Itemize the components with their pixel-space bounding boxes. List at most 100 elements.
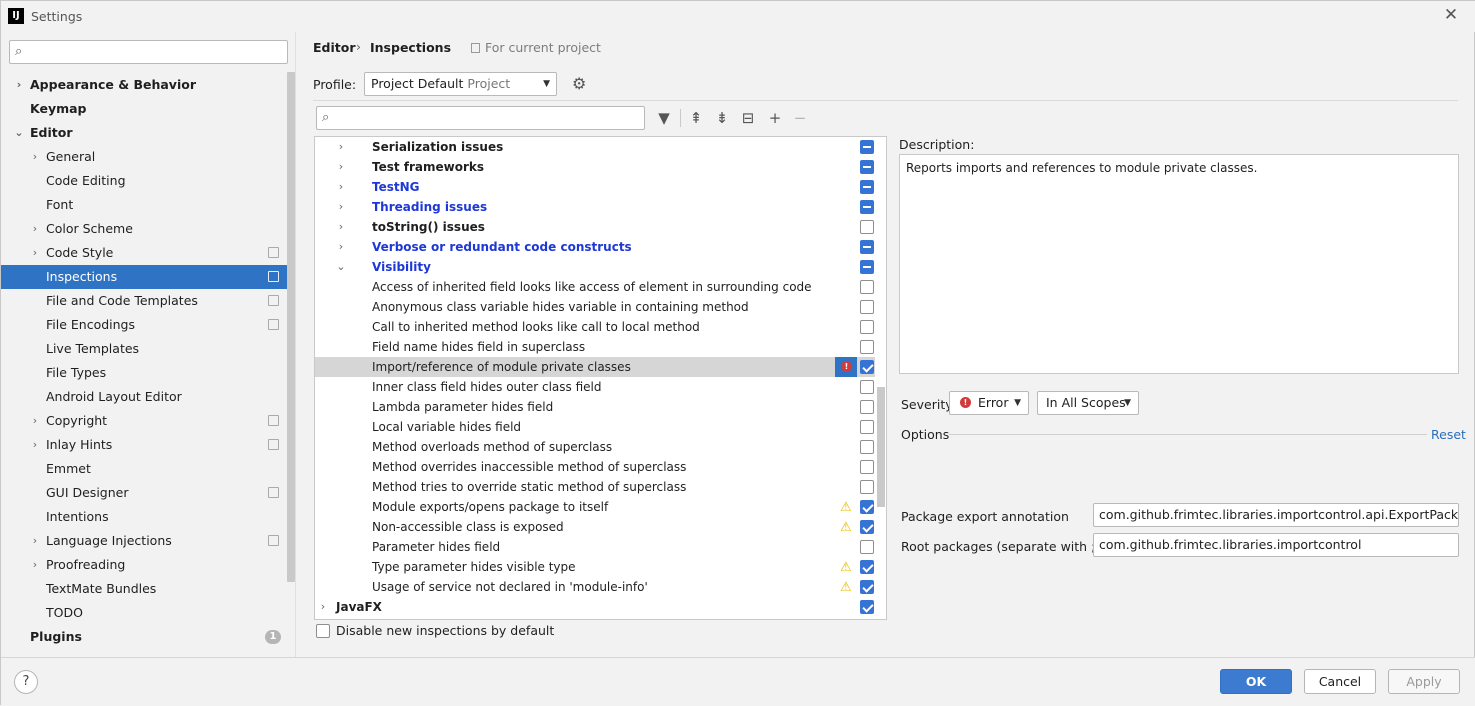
profile-dropdown[interactable]: Project Default Project ▼ bbox=[364, 72, 557, 96]
inspection-row-parameter-hides-field[interactable]: Parameter hides field bbox=[315, 537, 875, 557]
add-icon[interactable]: + bbox=[766, 108, 784, 128]
gear-icon[interactable]: ⚙ bbox=[572, 74, 586, 93]
sidebar-item-file-encodings[interactable]: File Encodings bbox=[1, 313, 295, 337]
severity-dropdown[interactable]: ! Error ▼ bbox=[949, 391, 1029, 415]
inspection-checkbox[interactable] bbox=[860, 340, 874, 354]
sidebar-item-plugins[interactable]: Plugins 1 bbox=[1, 625, 295, 649]
sidebar-item-keymap[interactable]: Keymap bbox=[1, 97, 295, 121]
collapse-all-icon[interactable]: ⇟ bbox=[713, 108, 731, 128]
root-packages-field[interactable]: com.github.frimtec.libraries.importcontr… bbox=[1093, 533, 1459, 557]
inspection-checkbox[interactable] bbox=[860, 280, 874, 294]
chevron-right-icon[interactable]: › bbox=[335, 157, 347, 177]
sidebar-item-language-injections[interactable]: › Language Injections bbox=[1, 529, 295, 553]
inspection-checkbox[interactable] bbox=[860, 200, 874, 214]
sidebar-item-live-templates[interactable]: Live Templates bbox=[1, 337, 295, 361]
chevron-right-icon[interactable]: › bbox=[29, 529, 41, 553]
sidebar-item-emmet[interactable]: Emmet bbox=[1, 457, 295, 481]
inspection-row-javafx[interactable]: › JavaFX bbox=[315, 597, 875, 617]
chevron-right-icon[interactable]: › bbox=[29, 241, 41, 265]
inspection-checkbox[interactable] bbox=[860, 600, 874, 614]
chevron-right-icon[interactable]: › bbox=[335, 177, 347, 197]
sidebar-item-font[interactable]: Font bbox=[1, 193, 295, 217]
inspection-row-serialization-issues[interactable]: › Serialization issues bbox=[315, 137, 875, 157]
inspection-checkbox[interactable] bbox=[860, 520, 874, 534]
inspection-checkbox[interactable] bbox=[860, 180, 874, 194]
inspection-row-call-to-inherited-method-looks-like-call-to-local-method[interactable]: Call to inherited method looks like call… bbox=[315, 317, 875, 337]
inspection-search-input[interactable]: ⌕ bbox=[316, 106, 645, 130]
help-button[interactable]: ? bbox=[14, 670, 38, 694]
inspection-row-inner-class-field-hides-outer-class-field[interactable]: Inner class field hides outer class fiel… bbox=[315, 377, 875, 397]
inspection-row-threading-issues[interactable]: › Threading issues bbox=[315, 197, 875, 217]
inspection-row-usage-of-service-not-declared-in-module-info[interactable]: Usage of service not declared in 'module… bbox=[315, 577, 875, 597]
sidebar-item-textmate-bundles[interactable]: TextMate Bundles bbox=[1, 577, 295, 601]
sidebar-item-proofreading[interactable]: › Proofreading bbox=[1, 553, 295, 577]
sidebar-item-android-layout-editor[interactable]: Android Layout Editor bbox=[1, 385, 295, 409]
chevron-right-icon[interactable]: › bbox=[13, 73, 25, 97]
inspection-checkbox[interactable] bbox=[860, 160, 874, 174]
inspection-row-visibility[interactable]: ⌄ Visibility bbox=[315, 257, 875, 277]
ok-button[interactable]: OK bbox=[1220, 669, 1292, 694]
chevron-right-icon[interactable]: › bbox=[29, 217, 41, 241]
inspection-row-local-variable-hides-field[interactable]: Local variable hides field bbox=[315, 417, 875, 437]
inspection-checkbox[interactable] bbox=[860, 480, 874, 494]
chevron-right-icon[interactable]: › bbox=[29, 433, 41, 457]
expand-all-icon[interactable]: ⇞ bbox=[687, 108, 705, 128]
inspection-checkbox[interactable] bbox=[860, 220, 874, 234]
inspection-row-anonymous-class-variable-hides-variable-in-containing-method[interactable]: Anonymous class variable hides variable … bbox=[315, 297, 875, 317]
chevron-down-icon[interactable]: ⌄ bbox=[335, 257, 347, 277]
sidebar-item-file-types[interactable]: File Types bbox=[1, 361, 295, 385]
inspection-checkbox[interactable] bbox=[860, 560, 874, 574]
chevron-right-icon[interactable]: › bbox=[29, 553, 41, 577]
inspection-checkbox[interactable] bbox=[860, 580, 874, 594]
inspection-checkbox[interactable] bbox=[860, 300, 874, 314]
sidebar-item-code-editing[interactable]: Code Editing bbox=[1, 169, 295, 193]
sidebar-item-general[interactable]: › General bbox=[1, 145, 295, 169]
inspection-row-non-accessible-class-is-exposed[interactable]: Non-accessible class is exposed ⚠ bbox=[315, 517, 875, 537]
sidebar-item-inlay-hints[interactable]: › Inlay Hints bbox=[1, 433, 295, 457]
inspection-checkbox[interactable] bbox=[860, 260, 874, 274]
chevron-right-icon[interactable]: › bbox=[335, 217, 347, 237]
sidebar-item-file-and-code-templates[interactable]: File and Code Templates bbox=[1, 289, 295, 313]
settings-search-input[interactable]: ⌕ bbox=[9, 40, 288, 64]
inspection-checkbox[interactable] bbox=[860, 380, 874, 394]
inspection-checkbox[interactable] bbox=[860, 140, 874, 154]
sidebar-scrollbar[interactable] bbox=[287, 72, 295, 582]
scope-dropdown[interactable]: In All Scopes ▼ bbox=[1037, 391, 1139, 415]
inspection-row-lambda-parameter-hides-field[interactable]: Lambda parameter hides field bbox=[315, 397, 875, 417]
inspection-row-access-of-inherited-field-looks-like-access-of-element-in-surrounding-code[interactable]: Access of inherited field looks like acc… bbox=[315, 277, 875, 297]
reset-link[interactable]: Reset bbox=[1431, 427, 1466, 442]
sidebar-item-color-scheme[interactable]: › Color Scheme bbox=[1, 217, 295, 241]
inspection-checkbox[interactable] bbox=[860, 320, 874, 334]
inspection-row-module-exports-opens-package-to-itself[interactable]: Module exports/opens package to itself ⚠ bbox=[315, 497, 875, 517]
package-export-field[interactable]: com.github.frimtec.libraries.importcontr… bbox=[1093, 503, 1459, 527]
inspection-row-import-reference-of-module-private-classes[interactable]: Import/reference of module private class… bbox=[315, 357, 875, 377]
inspection-row-method-overloads-method-of-superclass[interactable]: Method overloads method of superclass bbox=[315, 437, 875, 457]
reset-icon[interactable]: ⊟ bbox=[739, 108, 757, 128]
chevron-right-icon[interactable]: › bbox=[29, 145, 41, 169]
inspection-row-tostring-issues[interactable]: › toString() issues bbox=[315, 217, 875, 237]
sidebar-item-inspections[interactable]: Inspections bbox=[1, 265, 295, 289]
sidebar-item-editor[interactable]: ⌄ Editor bbox=[1, 121, 295, 145]
sidebar-item-todo[interactable]: TODO bbox=[1, 601, 295, 625]
chevron-right-icon[interactable]: › bbox=[29, 409, 41, 433]
inspection-row-test-frameworks[interactable]: › Test frameworks bbox=[315, 157, 875, 177]
chevron-right-icon[interactable]: › bbox=[335, 197, 347, 217]
sidebar-item-code-style[interactable]: › Code Style bbox=[1, 241, 295, 265]
chevron-right-icon[interactable]: › bbox=[317, 597, 329, 617]
sidebar-item-copyright[interactable]: › Copyright bbox=[1, 409, 295, 433]
inspection-checkbox[interactable] bbox=[860, 500, 874, 514]
inspection-row-verbose-or-redundant-code-constructs[interactable]: › Verbose or redundant code constructs bbox=[315, 237, 875, 257]
inspection-checkbox[interactable] bbox=[860, 360, 874, 374]
inspection-checkbox[interactable] bbox=[860, 440, 874, 454]
inspection-row-testng[interactable]: › TestNG bbox=[315, 177, 875, 197]
sidebar-item-appearance-behavior[interactable]: › Appearance & Behavior bbox=[1, 73, 295, 97]
cancel-button[interactable]: Cancel bbox=[1304, 669, 1376, 694]
inspection-checkbox[interactable] bbox=[860, 240, 874, 254]
inspection-row-method-overrides-inaccessible-method-of-superclass[interactable]: Method overrides inaccessible method of … bbox=[315, 457, 875, 477]
inspection-checkbox[interactable] bbox=[860, 540, 874, 554]
inspection-row-method-tries-to-override-static-method-of-superclass[interactable]: Method tries to override static method o… bbox=[315, 477, 875, 497]
inspection-checkbox[interactable] bbox=[860, 400, 874, 414]
close-icon[interactable]: ✕ bbox=[1443, 7, 1459, 24]
disable-new-checkbox[interactable] bbox=[316, 624, 330, 638]
chevron-right-icon[interactable]: › bbox=[335, 237, 347, 257]
